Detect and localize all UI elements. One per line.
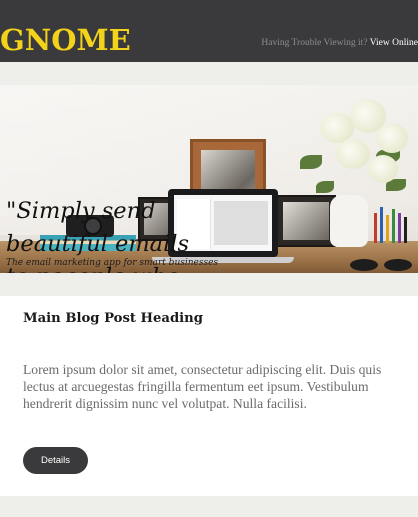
post-body-text: Lorem ipsum dolor sit amet, consectetur … (23, 362, 382, 411)
spacer-band (0, 496, 418, 517)
flowers-image (306, 99, 410, 203)
pens-image (372, 203, 416, 243)
spacer-band (0, 62, 418, 85)
view-online-link[interactable]: View Online (370, 38, 418, 48)
hero-tagline: The email marketing app for smart busine… (6, 258, 219, 268)
blog-post-card: Main Blog Post Heading Lorem ipsum dolor… (0, 296, 418, 496)
hero-banner: "Simply send beautiful emails to peaople… (0, 85, 418, 273)
brand-logo: GNOME (0, 23, 131, 57)
details-button[interactable]: Details (23, 447, 88, 474)
spacer-band (0, 273, 418, 296)
email-header: GNOME Having Trouble Viewing it? View On… (0, 0, 418, 62)
post-heading: Main Blog Post Heading (23, 311, 203, 326)
help-text: Having Trouble Viewing it? (261, 38, 368, 48)
view-online-bar: Having Trouble Viewing it? View Online (261, 37, 418, 49)
vase-image (330, 195, 368, 247)
sunglasses-image (346, 259, 416, 271)
